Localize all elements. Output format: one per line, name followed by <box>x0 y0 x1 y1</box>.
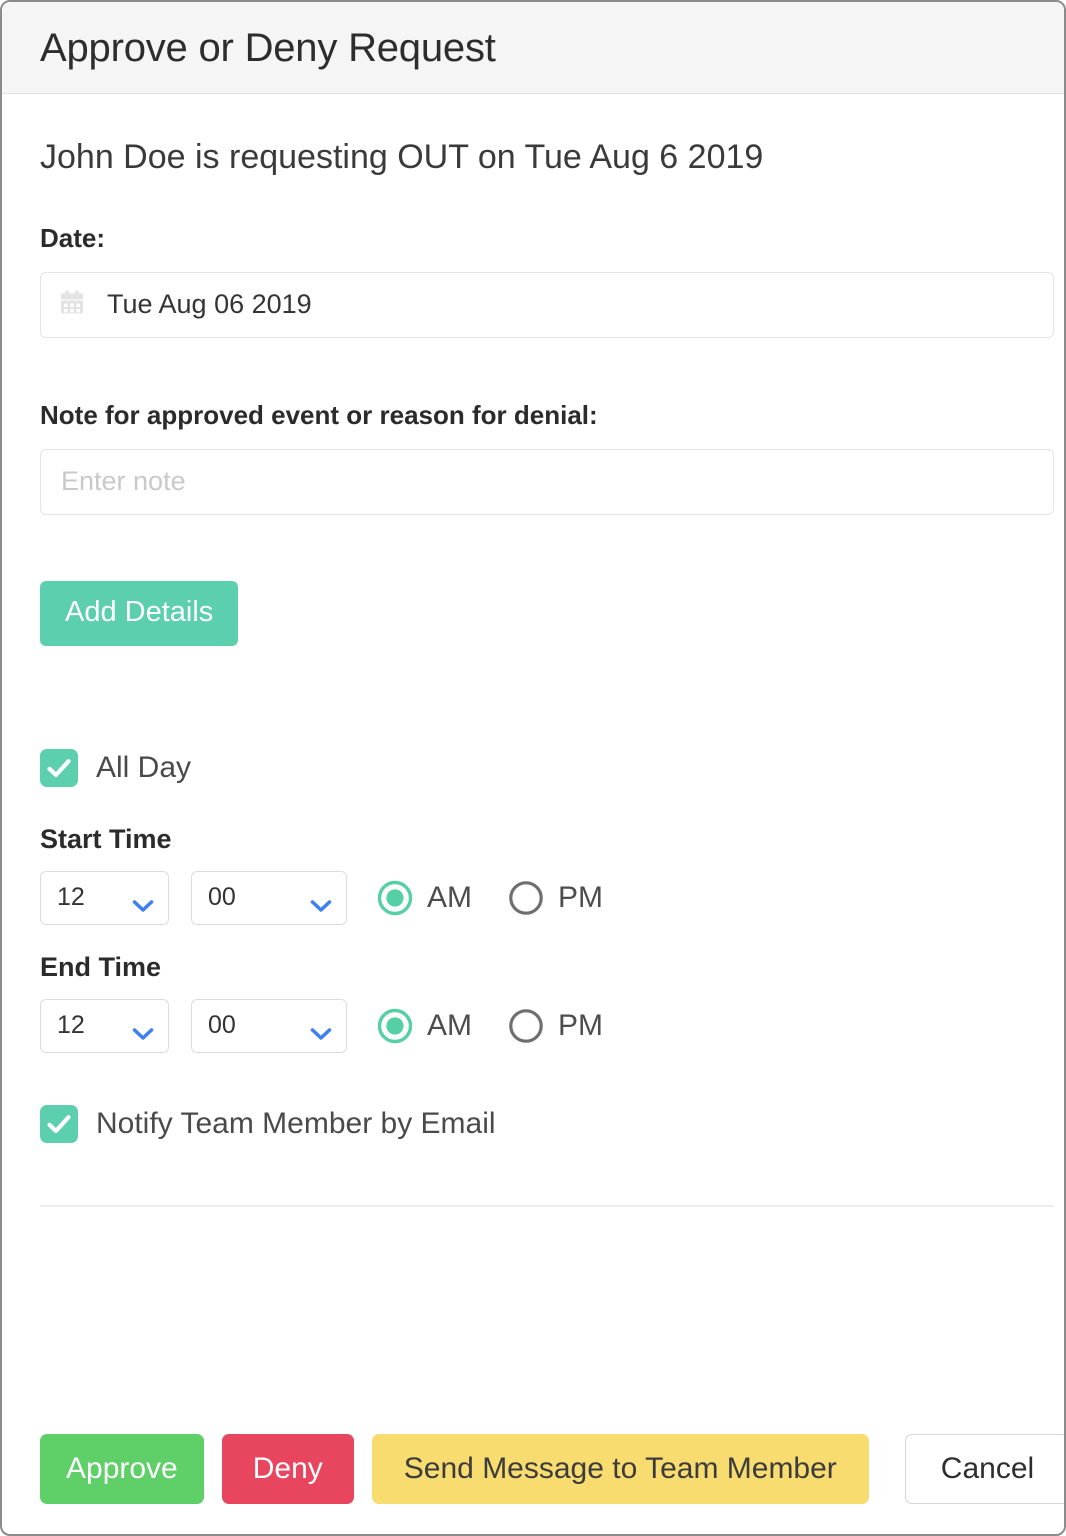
all-day-checkbox-row[interactable]: All Day <box>40 748 1026 787</box>
end-am-radio-item[interactable]: AM <box>377 1008 472 1044</box>
approve-button[interactable]: Approve <box>40 1434 204 1504</box>
notify-checkbox[interactable] <box>40 1104 78 1143</box>
note-input[interactable]: Enter note <box>40 448 1054 515</box>
all-day-checkbox[interactable] <box>40 748 78 787</box>
end-am-label: AM <box>427 1008 472 1042</box>
chevron-down-icon <box>132 891 154 912</box>
dialog-footer: Approve Deny Send Message to Team Member… <box>2 1400 1064 1534</box>
add-details-button[interactable]: Add Details <box>40 580 239 646</box>
radio-selected-icon[interactable] <box>377 1008 413 1044</box>
start-am-radio-item[interactable]: AM <box>377 880 472 916</box>
start-minute-value: 00 <box>208 883 236 912</box>
start-pm-radio-item[interactable]: PM <box>508 880 603 916</box>
end-hour-value: 12 <box>57 1011 85 1040</box>
note-input-placeholder: Enter note <box>61 466 186 497</box>
date-input[interactable]: Tue Aug 06 2019 <box>40 271 1054 338</box>
chevron-down-icon <box>310 1019 332 1040</box>
start-minute-select[interactable]: 00 <box>191 870 347 925</box>
end-time-heading: End Time <box>40 951 162 982</box>
radio-unselected-icon[interactable] <box>508 1008 544 1044</box>
end-minute-value: 00 <box>208 1011 236 1040</box>
cancel-button[interactable]: Cancel <box>904 1434 1064 1504</box>
end-time-row: 12 00 AM PM <box>40 998 1026 1053</box>
start-am-label: AM <box>427 880 472 914</box>
end-meridiem-radio-group: AM PM <box>377 1008 603 1044</box>
footer-divider <box>40 1204 1054 1207</box>
radio-selected-icon[interactable] <box>377 880 413 916</box>
start-time-row: 12 00 AM PM <box>40 870 1026 925</box>
start-pm-label: PM <box>558 880 603 914</box>
date-label: Date: <box>40 222 106 253</box>
start-hour-value: 12 <box>57 883 85 912</box>
chevron-down-icon <box>132 1019 154 1040</box>
notify-checkbox-row[interactable]: Notify Team Member by Email <box>40 1104 1026 1143</box>
start-time-heading: Start Time <box>40 823 172 854</box>
dialog-header: Approve or Deny Request <box>2 2 1064 94</box>
radio-unselected-icon[interactable] <box>508 880 544 916</box>
date-input-value: Tue Aug 06 2019 <box>107 289 312 320</box>
start-hour-select[interactable]: 12 <box>40 870 169 925</box>
calendar-icon <box>61 290 91 320</box>
dialog-body: John Doe is requesting OUT on Tue Aug 6 … <box>2 94 1064 1400</box>
notify-label: Notify Team Member by Email <box>96 1106 496 1140</box>
note-label: Note for approved event or reason for de… <box>40 399 598 430</box>
dialog-title: Approve or Deny Request <box>40 25 496 70</box>
end-hour-select[interactable]: 12 <box>40 998 169 1053</box>
start-meridiem-radio-group: AM PM <box>377 880 603 916</box>
end-pm-radio-item[interactable]: PM <box>508 1008 603 1044</box>
all-day-label: All Day <box>96 750 192 784</box>
chevron-down-icon <box>310 891 332 912</box>
end-pm-label: PM <box>558 1008 603 1042</box>
request-summary-text: John Doe is requesting OUT on Tue Aug 6 … <box>40 138 764 176</box>
end-minute-select[interactable]: 00 <box>191 998 347 1053</box>
deny-button[interactable]: Deny <box>221 1434 354 1504</box>
send-message-button[interactable]: Send Message to Team Member <box>371 1434 869 1504</box>
approve-deny-request-dialog: Approve or Deny Request John Doe is requ… <box>0 0 1066 1536</box>
